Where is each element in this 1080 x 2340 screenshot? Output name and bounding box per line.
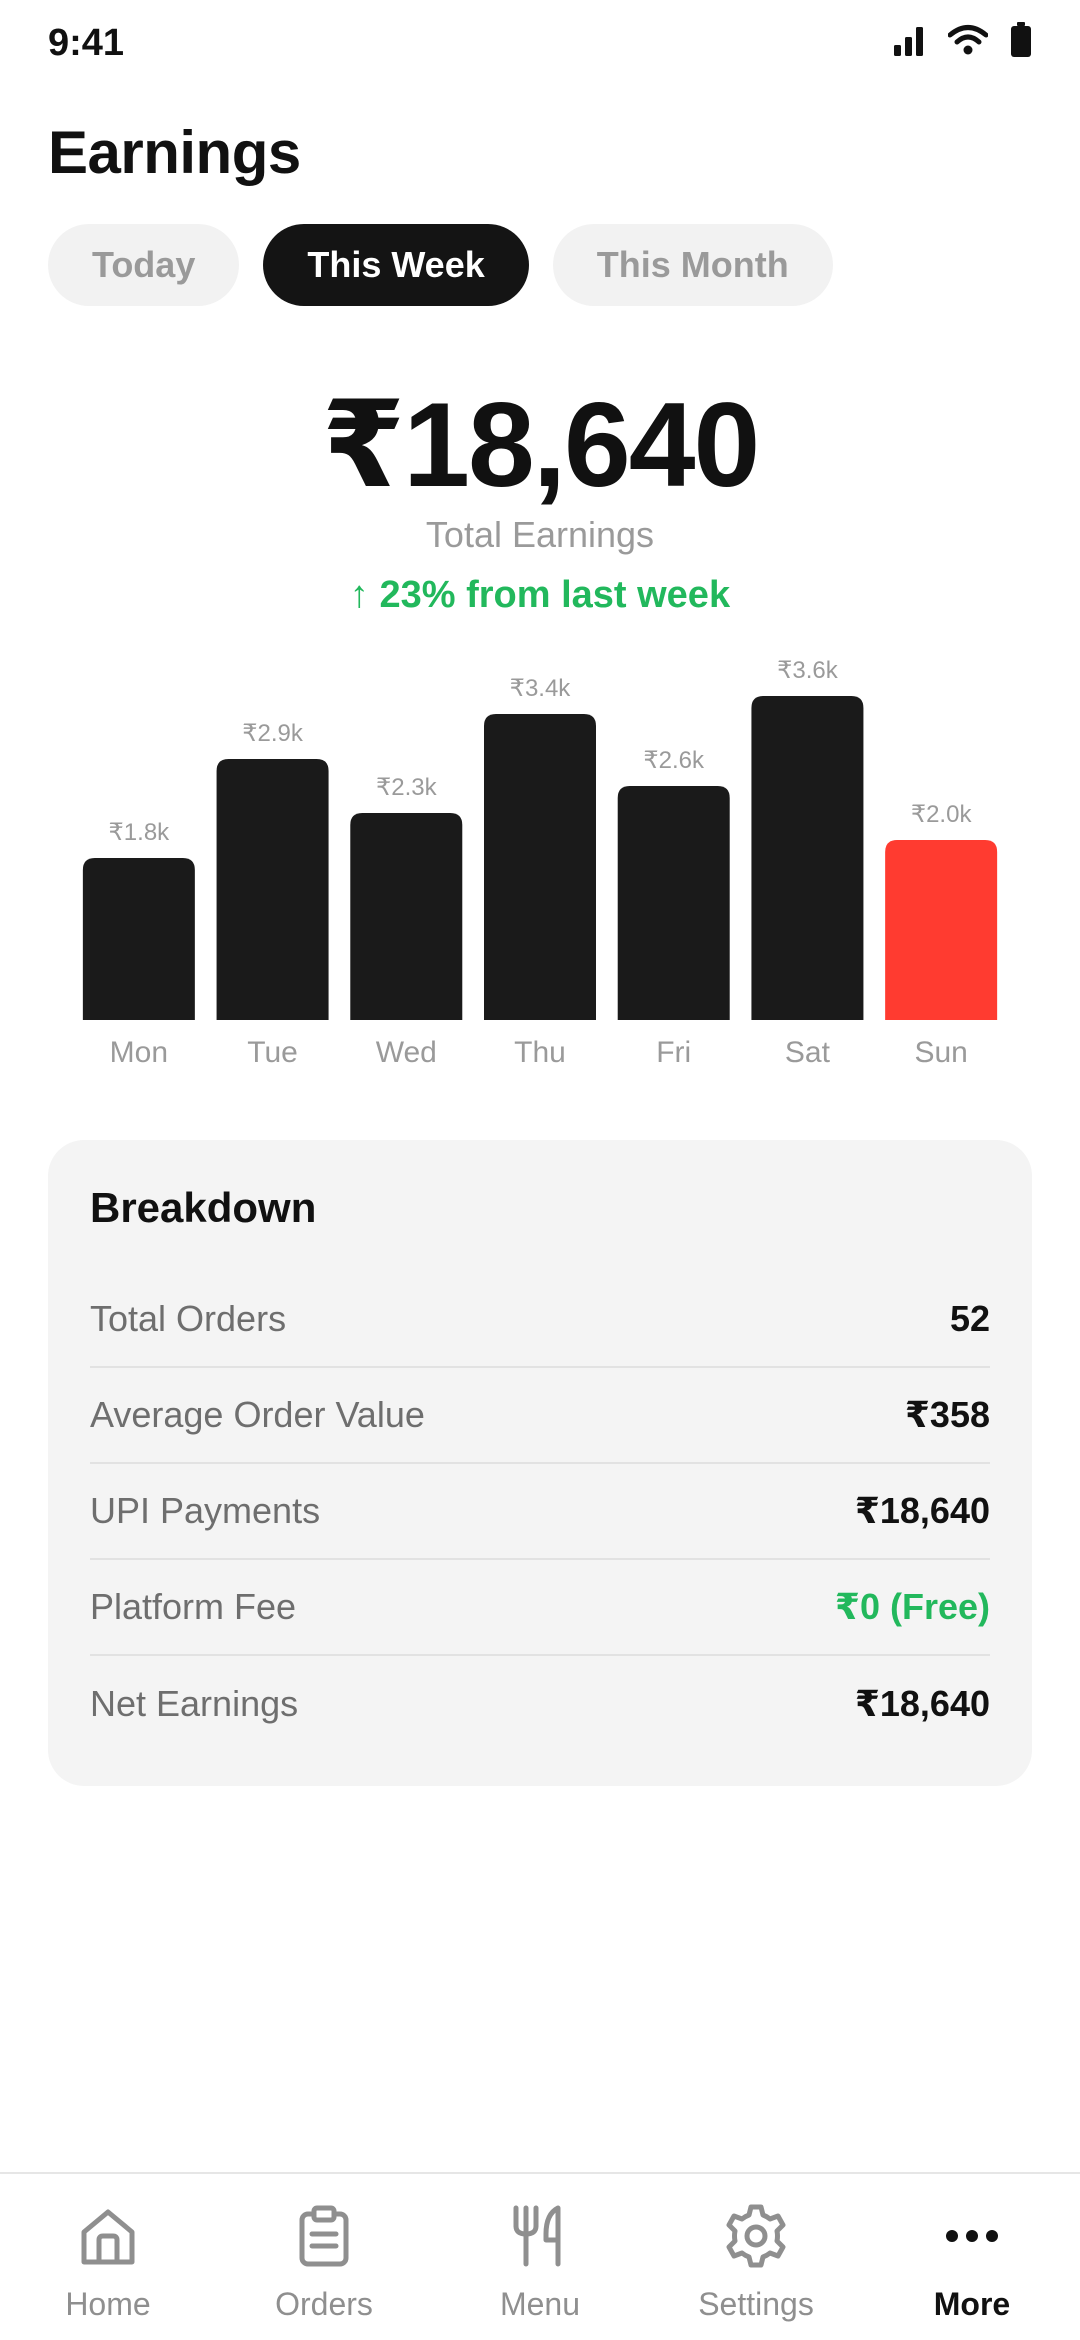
- tab-today[interactable]: Today: [48, 224, 240, 306]
- nav-label: Menu: [499, 2286, 581, 2322]
- bar-tue: [216, 759, 329, 1020]
- nav-label: Settings: [698, 2286, 814, 2322]
- row-label: Total Orders: [90, 1298, 287, 1339]
- nav-label: Orders: [275, 2286, 373, 2322]
- battery-icon: [1010, 22, 1032, 58]
- more-dots-icon: [936, 2200, 1008, 2272]
- fork-knife-icon: [504, 2200, 576, 2272]
- x-tick-label: Sun: [914, 1036, 967, 1069]
- bottom-nav: Home Orders Menu Settings More: [0, 2172, 1080, 2340]
- row-label: Average Order Value: [90, 1394, 425, 1435]
- home-icon: [72, 2200, 144, 2272]
- nav-item-settings[interactable]: Settings: [648, 2174, 864, 2340]
- row-label: UPI Payments: [90, 1490, 321, 1531]
- row-value: ₹358: [904, 1394, 990, 1435]
- breakdown-row-platform-fee: Platform Fee ₹0 (Free): [90, 1560, 990, 1656]
- x-tick-label: Mon: [110, 1036, 168, 1069]
- earnings-summary: ₹18,640 Total Earnings ↑ 23% from last w…: [0, 380, 1080, 617]
- bar-value-label: ₹1.8k: [109, 819, 171, 846]
- breakdown-row-net-earnings: Net Earnings ₹18,640: [90, 1656, 990, 1752]
- row-label: Net Earnings: [90, 1683, 299, 1724]
- signal-icon: [892, 23, 926, 57]
- breakdown-rows: Total Orders 52 Average Order Value ₹358…: [90, 1272, 990, 1752]
- bar-value-label: ₹2.9k: [242, 720, 304, 747]
- x-tick-label: Sat: [785, 1036, 831, 1069]
- status-icons: [892, 22, 1032, 58]
- nav-item-more[interactable]: More: [864, 2174, 1080, 2340]
- bar-value-label: ₹2.6k: [643, 747, 705, 774]
- breakdown-row-total-orders: Total Orders 52: [90, 1272, 990, 1368]
- total-amount: ₹18,640: [321, 378, 761, 512]
- breakdown-row-upi-payments: UPI Payments ₹18,640: [90, 1464, 990, 1560]
- x-tick-label: Thu: [514, 1036, 566, 1069]
- nav-label: More: [933, 2286, 1011, 2322]
- x-tick-label: Wed: [376, 1036, 437, 1069]
- nav-label: Home: [65, 2286, 151, 2322]
- row-label: Platform Fee: [90, 1586, 297, 1627]
- nav-item-menu[interactable]: Menu: [432, 2174, 648, 2340]
- breakdown-card: Breakdown Total Orders 52 Average Order …: [48, 1140, 1032, 1786]
- status-time: 9:41: [48, 22, 125, 64]
- row-value: ₹18,640: [854, 1490, 990, 1531]
- x-tick-label: Tue: [247, 1036, 298, 1069]
- nav-item-orders[interactable]: Orders: [216, 2174, 432, 2340]
- change-indicator: ↑ 23% from last week: [349, 574, 731, 616]
- clipboard-icon: [288, 2200, 360, 2272]
- nav-item-home[interactable]: Home: [0, 2174, 216, 2340]
- bar-value-label: ₹2.0k: [911, 801, 973, 828]
- row-value: 52: [949, 1298, 990, 1339]
- page-title: Earnings: [48, 119, 301, 186]
- tab-this-month[interactable]: This Month: [552, 224, 833, 306]
- wifi-icon: [948, 24, 988, 56]
- row-value: ₹18,640: [854, 1683, 990, 1724]
- bar-value-label: ₹2.3k: [376, 774, 438, 801]
- weekly-earnings-chart: ₹1.8k Mon ₹2.9k Tue ₹2.3k Wed ₹3.4k Thu ₹2.6k Fri…: [82, 657, 998, 1069]
- bar-value-label: ₹3.6k: [777, 657, 839, 684]
- bar-sun: [885, 840, 998, 1020]
- bar-mon: [82, 858, 195, 1020]
- gear-icon: [720, 2200, 792, 2272]
- bar-sat: [751, 696, 864, 1020]
- bar-fri: [617, 786, 730, 1020]
- period-tabs: Today This Week This Month: [48, 224, 833, 306]
- breakdown-title: Breakdown: [90, 1184, 317, 1231]
- bar-value-label: ₹3.4k: [510, 675, 572, 702]
- tab-this-week[interactable]: This Week: [263, 224, 529, 306]
- bar-thu: [484, 714, 596, 1020]
- breakdown-row-average-order-value: Average Order Value ₹358: [90, 1368, 990, 1464]
- x-tick-label: Fri: [656, 1036, 691, 1069]
- bar-wed: [350, 813, 463, 1020]
- total-label: Total Earnings: [425, 514, 655, 555]
- row-value: ₹0 (Free): [834, 1586, 990, 1627]
- status-bar: 9:41: [0, 0, 1080, 86]
